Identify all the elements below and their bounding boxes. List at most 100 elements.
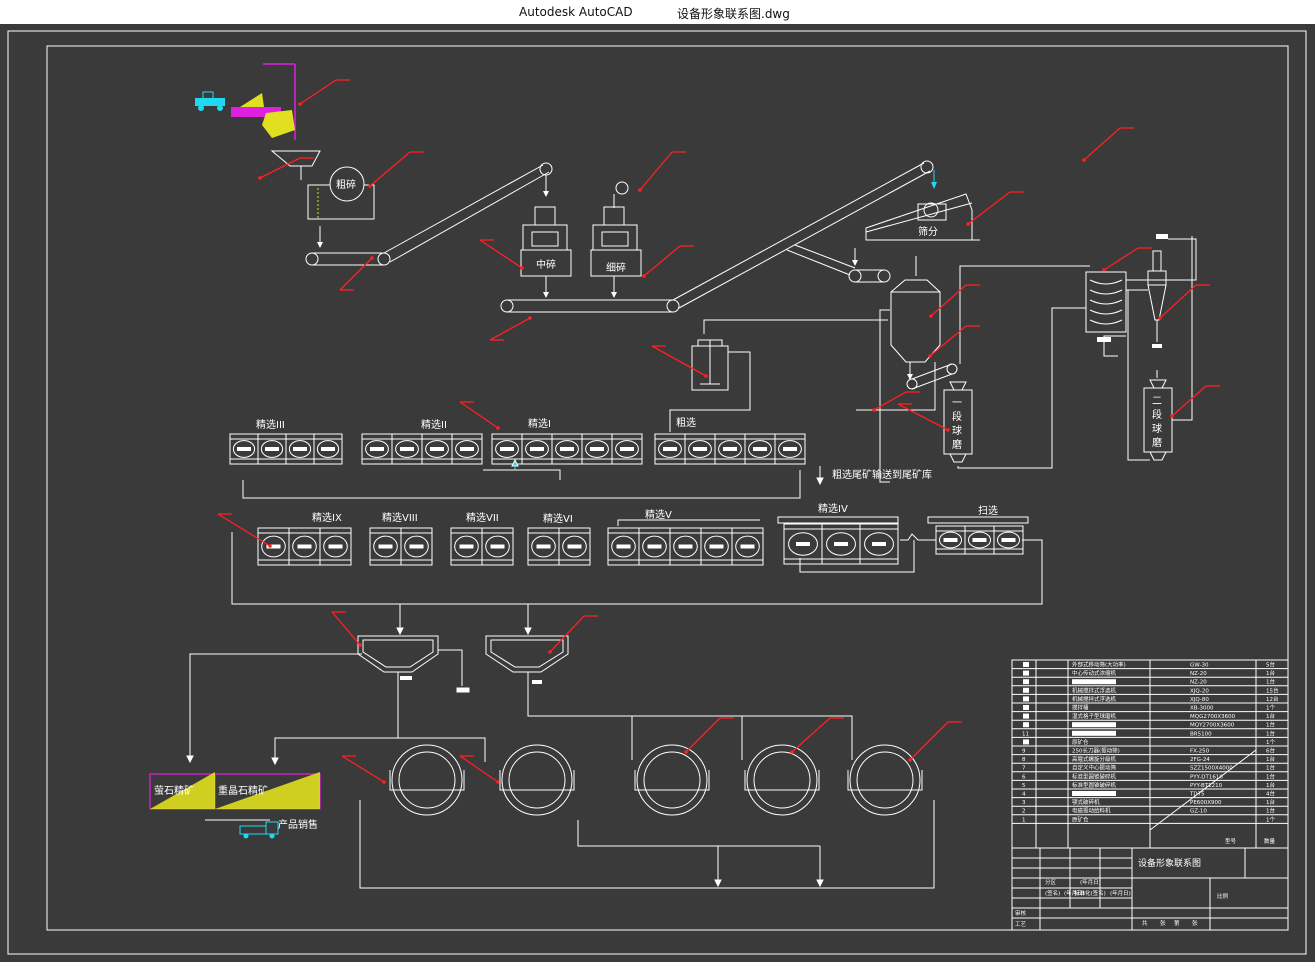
impeller-shaft bbox=[872, 542, 886, 546]
row-name-box bbox=[1072, 791, 1116, 796]
impeller-shaft bbox=[459, 544, 474, 549]
impeller-shaft bbox=[378, 544, 393, 549]
callout-20 bbox=[548, 615, 598, 654]
row-model: XJQ-80 bbox=[1190, 697, 1209, 703]
row-model: PE600X900 bbox=[1190, 800, 1222, 806]
callout-2 bbox=[258, 157, 314, 180]
row-no: 3 bbox=[1022, 800, 1026, 806]
row-name: 机械搅拌式浮选机 bbox=[1072, 686, 1117, 694]
svg-text:第: 第 bbox=[1174, 919, 1180, 927]
drawing-title: 设备形象联系图 bbox=[1138, 857, 1201, 869]
row-no-box bbox=[1023, 679, 1029, 685]
mill1-char-3: 球 bbox=[952, 424, 962, 437]
row-model: PYY-DT1610 bbox=[1190, 774, 1223, 780]
row-name: 外部式移动筛(大功率) bbox=[1072, 661, 1126, 669]
svg-text:工艺: 工艺 bbox=[1015, 921, 1027, 928]
svg-text:分区: 分区 bbox=[1045, 878, 1057, 886]
sales-label: 产品销售 bbox=[278, 818, 318, 831]
callout-18 bbox=[217, 513, 272, 548]
row-no: 8 bbox=[1022, 757, 1026, 763]
row-no-box bbox=[1023, 696, 1029, 702]
row-no-box bbox=[1023, 713, 1029, 719]
impeller-shaft bbox=[663, 447, 677, 451]
cleaner-i-bank bbox=[491, 433, 643, 465]
ball-mill-1: 一 段 球 磨 bbox=[943, 381, 973, 463]
callout-11 bbox=[928, 325, 980, 358]
impeller-shaft bbox=[796, 542, 810, 546]
row-model: GW-30 bbox=[1190, 663, 1209, 669]
impeller-shaft bbox=[753, 447, 767, 451]
row2-pipes bbox=[231, 516, 1043, 636]
row-name: 自定义中心振动筛 bbox=[1072, 764, 1117, 772]
row-no-box bbox=[1023, 687, 1029, 693]
thickener-pipes bbox=[186, 649, 935, 889]
row-qty: 12台 bbox=[1266, 695, 1279, 703]
row-name: 标准型圆锥破碎机 bbox=[1072, 781, 1117, 789]
cleaner-viii-label: 精选VIII bbox=[382, 511, 418, 524]
drawing-svg[interactable]: 粗碎 中碎 细碎 筛分 一 段 球 磨 二 段 球 磨 精选III 精选II 精… bbox=[0, 24, 1315, 958]
row-model: MQY2700X3600 bbox=[1190, 723, 1235, 729]
impeller-shaft bbox=[536, 544, 551, 549]
product-stockpile: 萤石精矿 重晶石精矿 产品销售 bbox=[149, 772, 321, 839]
mill2-char-4: 磨 bbox=[1152, 437, 1162, 449]
impeller-shaft bbox=[943, 538, 958, 542]
medium-crusher: 中碎 bbox=[520, 206, 572, 298]
callout-23 bbox=[684, 717, 734, 754]
impeller-shaft bbox=[723, 447, 737, 451]
impeller-shaft bbox=[293, 447, 307, 451]
filter-1 bbox=[389, 744, 465, 816]
row-name: 机械搅拌式浮选机 bbox=[1072, 695, 1117, 703]
row-no-box bbox=[1023, 662, 1029, 667]
file-name: 设备形象联系图.dwg bbox=[677, 7, 790, 21]
callout-24 bbox=[790, 717, 844, 754]
mill2-char-3: 球 bbox=[1152, 422, 1162, 435]
cleaner-ix-label: 精选IX bbox=[312, 511, 342, 524]
callout-27 bbox=[489, 316, 532, 341]
row-model: FX-250 bbox=[1190, 749, 1210, 755]
row-qty: 1台 bbox=[1266, 807, 1275, 815]
callout-7 bbox=[966, 191, 1024, 226]
callout-4 bbox=[638, 151, 686, 192]
impeller-shaft bbox=[530, 447, 544, 451]
callout-14 bbox=[651, 345, 708, 378]
coarse-label: 粗碎 bbox=[336, 178, 356, 191]
callout-25 bbox=[908, 721, 962, 762]
callout-6 bbox=[642, 245, 694, 278]
drawing-canvas[interactable]: 粗碎 中碎 细碎 筛分 一 段 球 磨 二 段 球 磨 精选III 精选II 精… bbox=[0, 24, 1315, 958]
impeller-shaft bbox=[567, 544, 582, 549]
row-name: 湿式格子型球磨机 bbox=[1072, 712, 1117, 720]
equipment-table: 外部式移动筛(大功率) GW-30 5台中心传动式浓缩机 NZ-20 1台 NZ-20 1台… bbox=[1011, 659, 1289, 931]
thickener-2 bbox=[485, 635, 569, 684]
fluorite-label: 萤石精矿 bbox=[154, 784, 194, 797]
cleaner-vi-bank bbox=[527, 527, 591, 566]
cleaner-iii-bank bbox=[229, 433, 343, 465]
row-no-box bbox=[1023, 670, 1029, 676]
impeller-shaft bbox=[678, 544, 693, 549]
ore-feed-group: 粗碎 bbox=[195, 63, 375, 248]
impeller-shaft bbox=[400, 447, 414, 451]
svg-text:共: 共 bbox=[1142, 919, 1148, 927]
row-no: 9 bbox=[1022, 749, 1026, 755]
impeller-shaft bbox=[370, 447, 384, 451]
impeller-shaft bbox=[321, 447, 335, 451]
row1-pipes bbox=[242, 458, 824, 499]
scavenger-label: 扫选 bbox=[978, 504, 998, 517]
callout-1 bbox=[298, 79, 350, 106]
svg-text:标准化(签名): 标准化(签名) bbox=[1074, 889, 1106, 897]
row-qty: 1台 bbox=[1266, 755, 1275, 763]
truck-icon bbox=[239, 821, 279, 839]
filter-2 bbox=[499, 744, 575, 816]
row-qty: 1台 bbox=[1266, 678, 1275, 686]
impeller-shaft bbox=[590, 447, 604, 451]
callout-8 bbox=[1102, 247, 1152, 272]
svg-text:(年月日): (年月日) bbox=[1110, 889, 1131, 897]
screen-label: 筛分 bbox=[918, 225, 938, 238]
impeller-shaft bbox=[500, 447, 514, 451]
row-no: 4 bbox=[1022, 792, 1026, 798]
impeller-shaft bbox=[620, 447, 634, 451]
row-model: 2FG-24 bbox=[1190, 757, 1210, 763]
impeller-shaft bbox=[560, 447, 574, 451]
impeller-shaft bbox=[490, 544, 505, 549]
callout-26 bbox=[339, 256, 374, 291]
row-qty: 1个 bbox=[1266, 816, 1275, 823]
